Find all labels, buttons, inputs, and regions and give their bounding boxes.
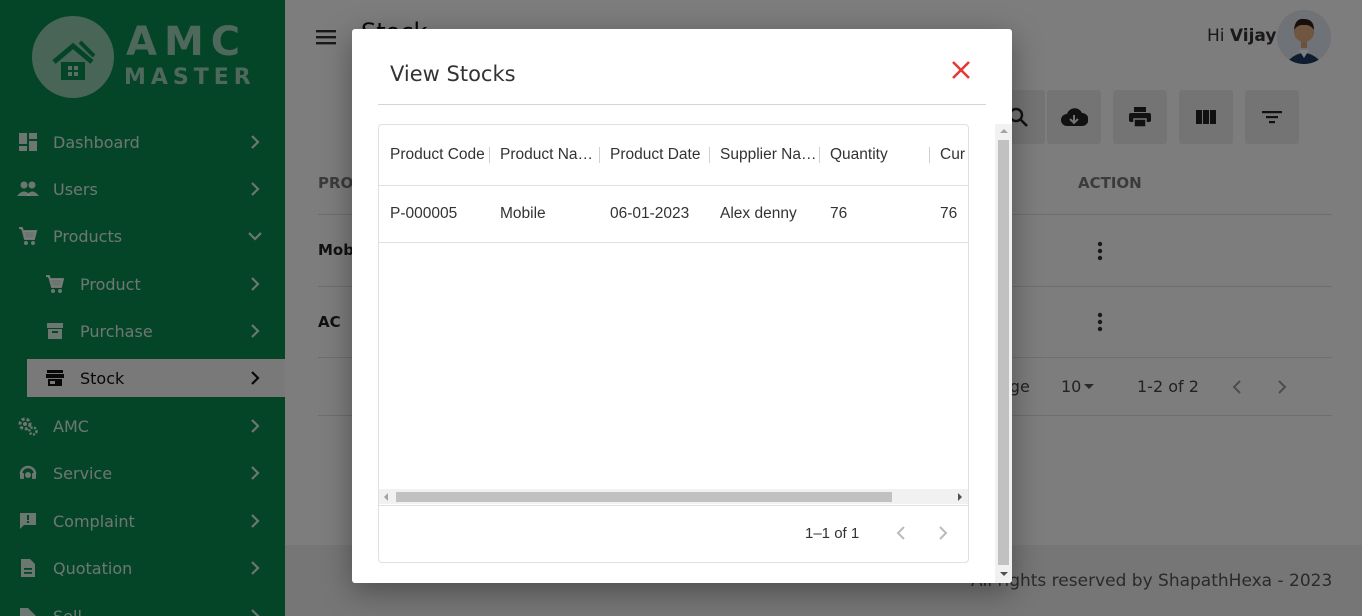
cell-product-code: P-000005 — [390, 205, 458, 222]
cell-quantity: 76 — [830, 205, 848, 222]
scroll-left-arrow[interactable] — [384, 493, 388, 501]
scroll-right-arrow[interactable] — [958, 493, 962, 501]
column-header-quantity[interactable]: Quantity — [830, 146, 927, 164]
column-separator[interactable] — [819, 147, 820, 163]
chevron-left-icon[interactable] — [892, 524, 910, 542]
column-header-product-name[interactable]: Product Na… — [500, 146, 597, 164]
column-separator[interactable] — [929, 147, 930, 163]
chevron-right-icon[interactable] — [934, 524, 952, 542]
column-header-product-date[interactable]: Product Date — [610, 146, 707, 164]
column-header-product-code[interactable]: Product Code — [390, 146, 487, 164]
horizontal-scrollbar[interactable] — [379, 489, 968, 504]
close-icon[interactable] — [950, 59, 972, 81]
vertical-scrollbar[interactable] — [995, 124, 1012, 583]
column-separator[interactable] — [489, 147, 490, 163]
column-header-supplier-name[interactable]: Supplier Na… — [720, 146, 817, 164]
cell-current: 76 — [940, 205, 958, 222]
column-header-current[interactable]: Cur — [940, 146, 968, 164]
dialog-title: View Stocks — [390, 62, 516, 86]
table-row[interactable]: P-000005 Mobile 06-01-2023 Alex denny 76… — [379, 186, 968, 243]
pagination-range: 1–1 of 1 — [805, 525, 860, 542]
scrollbar-thumb[interactable] — [998, 140, 1009, 565]
column-separator[interactable] — [709, 147, 710, 163]
scroll-down-arrow[interactable] — [1000, 572, 1008, 576]
column-separator[interactable] — [599, 147, 600, 163]
grid-header-row: Product Code Product Na… Product Date Su… — [379, 125, 968, 186]
cell-product-date: 06-01-2023 — [610, 205, 690, 222]
cell-supplier-name: Alex denny — [720, 205, 797, 222]
scroll-up-arrow[interactable] — [1000, 129, 1008, 133]
stocks-data-grid: Product Code Product Na… Product Date Su… — [378, 124, 969, 563]
view-stocks-dialog: View Stocks Product Code Product Na… Pro… — [352, 29, 1012, 583]
cell-product-name: Mobile — [500, 205, 546, 222]
scrollbar-thumb[interactable] — [396, 492, 892, 502]
grid-footer: 1–1 of 1 — [379, 505, 968, 562]
dialog-divider — [378, 104, 986, 105]
